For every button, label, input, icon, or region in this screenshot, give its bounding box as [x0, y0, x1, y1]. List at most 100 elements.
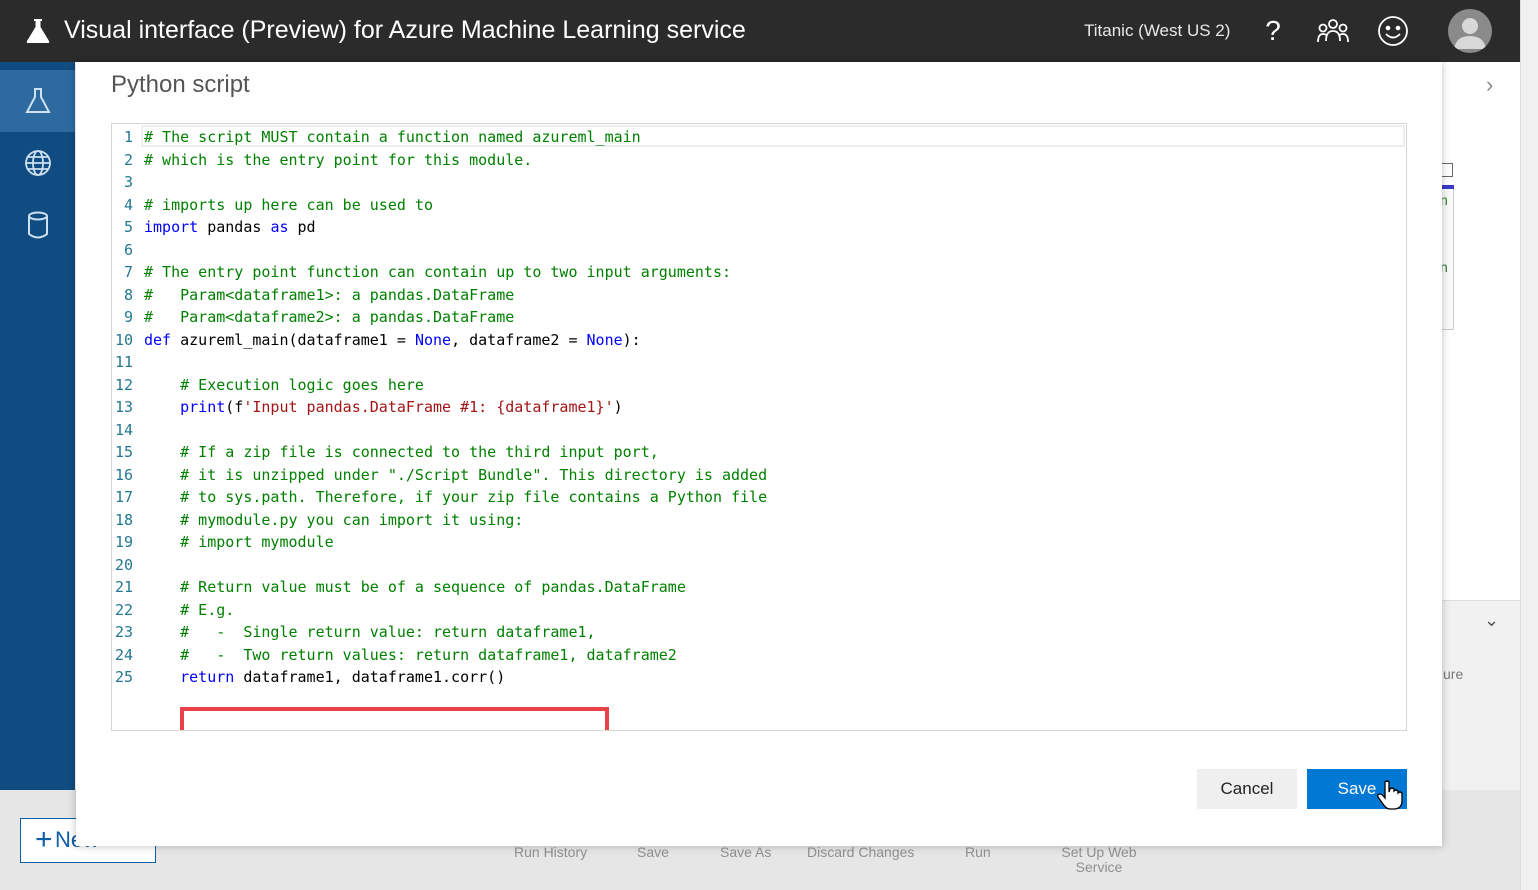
line-text: return dataframe1, dataframe1.corr() — [144, 666, 505, 689]
code-token: ): — [622, 330, 641, 349]
code-line[interactable]: 18 # mymodule.py you can import it using… — [112, 509, 1406, 532]
python-script-dialog: Python script 1 # The script MUST contain… — [76, 62, 1442, 846]
line-text: # Param<dataframe1>: a pandas.DataFrame — [144, 284, 514, 307]
code-token: # Param<dataframe1>: a pandas.DataFrame — [144, 285, 515, 304]
code-line[interactable]: 23 # - Single return value: return dataf… — [112, 621, 1406, 644]
line-number: 6 — [123, 240, 133, 259]
sidebar-item-datasets[interactable] — [0, 194, 75, 256]
code-line[interactable]: 8 # Param<dataframe1>: a pandas.DataFrame — [112, 284, 1406, 307]
toolbar-set-up-web-service[interactable]: Set Up Web Service — [1058, 845, 1140, 875]
code-editor[interactable]: 1 # The script MUST contain a function na… — [111, 123, 1407, 731]
line-number: 14 — [114, 420, 133, 439]
code-line[interactable]: 4 # imports up here can be used to — [112, 194, 1406, 217]
code-line[interactable]: 14 — [112, 419, 1406, 442]
line-number: 24 — [114, 645, 133, 664]
code-token: # which is the entry point for this modu… — [144, 150, 533, 169]
code-token: # The entry point function can contain u… — [144, 263, 731, 281]
background-module-bar — [1440, 185, 1454, 189]
help-icon[interactable]: ? — [1256, 14, 1290, 48]
code-line[interactable]: 12 # Execution logic goes here — [112, 374, 1406, 397]
cancel-button[interactable]: Cancel — [1197, 769, 1297, 809]
toolbar-save[interactable]: Save — [637, 845, 669, 860]
line-number: 13 — [114, 398, 133, 416]
line-text: # - Single return value: return datafram… — [144, 621, 595, 644]
page-scrollbar[interactable] — [1520, 0, 1538, 890]
code-line[interactable]: 1 # The script MUST contain a function na… — [112, 126, 1406, 149]
line-number: 19 — [114, 533, 133, 551]
code-line[interactable]: 21 # Return value must be of a sequence … — [112, 576, 1406, 599]
code-token: as — [270, 218, 289, 236]
line-text: # Param<dataframe2>: a pandas.DataFrame — [144, 306, 514, 329]
line-number: 15 — [114, 443, 133, 461]
line-number: 5 — [123, 218, 133, 236]
code-line[interactable]: 13 print(f'Input pandas.DataFrame #1: {d… — [112, 396, 1406, 419]
line-text: # Return value must be of a sequence of … — [144, 576, 686, 599]
code-token: pandas — [198, 218, 271, 236]
code-token: None — [586, 330, 623, 349]
code-line[interactable]: 17 # to sys.path. Therefore, if your zip… — [112, 486, 1406, 509]
workspace-selector[interactable]: Titanic (West US 2) — [1084, 21, 1230, 41]
line-number: 17 — [114, 488, 133, 506]
people-icon[interactable] — [1316, 14, 1350, 48]
feedback-smiley-icon[interactable] — [1376, 14, 1410, 48]
line-number: 8 — [123, 285, 133, 304]
chevron-right-icon[interactable]: › — [1486, 72, 1493, 98]
flask-icon — [24, 88, 51, 113]
globe-icon — [24, 150, 51, 176]
code-token: pd — [288, 218, 316, 236]
code-line[interactable]: 9 # Param<dataframe2>: a pandas.DataFrame — [112, 306, 1406, 329]
code-line[interactable]: 25 return dataframe1, dataframe1.corr() — [112, 666, 1406, 689]
code-token: # Param<dataframe2>: a pandas.DataFrame — [144, 308, 515, 326]
code-line[interactable]: 3 — [112, 171, 1406, 194]
code-token: azureml_main(dataframe1 = — [171, 330, 415, 349]
code-token: # Return value must be of a sequence of … — [144, 578, 686, 596]
line-number: 22 — [114, 600, 133, 619]
code-token: # mymodule.py you can import it using: — [144, 510, 524, 529]
user-avatar[interactable] — [1448, 9, 1492, 53]
dialog-title: Python script — [111, 71, 250, 98]
line-text: import pandas as pd — [144, 216, 316, 239]
code-line[interactable]: 19 # import mymodule — [112, 531, 1406, 554]
code-line[interactable]: 22 # E.g. — [112, 599, 1406, 622]
top-bar: Visual interface (Preview) for Azure Mac… — [0, 0, 1538, 62]
code-line[interactable]: 7 # The entry point function can contain … — [112, 261, 1406, 284]
code-token: import — [144, 218, 199, 236]
line-text: # imports up here can be used to — [144, 194, 433, 217]
code-line[interactable]: 5 import pandas as pd — [112, 216, 1406, 239]
background-text: ure — [1443, 666, 1464, 682]
toolbar-run[interactable]: Run — [965, 845, 991, 860]
code-line[interactable]: 24 # - Two return values: return datafra… — [112, 644, 1406, 667]
line-text: # mymodule.py you can import it using: — [144, 509, 523, 532]
line-number: 21 — [114, 578, 133, 596]
plus-icon: + — [35, 823, 53, 856]
code-token: # - Two return values: return dataframe1… — [144, 645, 677, 664]
properties-panel — [1442, 600, 1520, 790]
flask-logo-icon — [26, 19, 50, 43]
line-number: 2 — [123, 150, 133, 169]
left-sidebar — [0, 62, 75, 790]
line-number: 1 — [123, 128, 133, 146]
code-line[interactable]: 15 # If a zip file is connected to the t… — [112, 441, 1406, 464]
line-text: print(f'Input pandas.DataFrame #1: {data… — [144, 396, 623, 419]
sidebar-item-experiments[interactable] — [0, 70, 75, 132]
code-token: dataframe1, dataframe1.corr() — [234, 668, 506, 686]
code-token: # imports up here can be used to — [144, 195, 433, 214]
code-line[interactable]: 2 # which is the entry point for this mod… — [112, 149, 1406, 172]
line-number: 4 — [123, 195, 133, 214]
toolbar-save-as[interactable]: Save As — [720, 845, 771, 860]
code-line[interactable]: 16 # it is unzipped under "./Script Bund… — [112, 464, 1406, 487]
database-icon — [27, 211, 48, 239]
code-lines: 1 # The script MUST contain a function na… — [112, 126, 1406, 689]
toolbar-discard-changes[interactable]: Discard Changes — [807, 845, 914, 860]
line-number: 10 — [114, 330, 133, 349]
line-number: 20 — [114, 555, 133, 574]
code-line[interactable]: 6 — [112, 239, 1406, 262]
toolbar-run-history[interactable]: Run History — [514, 845, 587, 860]
code-line[interactable]: 20 — [112, 554, 1406, 577]
code-line[interactable]: 11 — [112, 351, 1406, 374]
sidebar-item-web-services[interactable] — [0, 132, 75, 194]
code-line[interactable]: 10 def azureml_main(dataframe1 = None, da… — [112, 329, 1406, 352]
code-token: def — [144, 330, 172, 349]
chevron-down-icon[interactable]: ⌄ — [1484, 610, 1499, 631]
